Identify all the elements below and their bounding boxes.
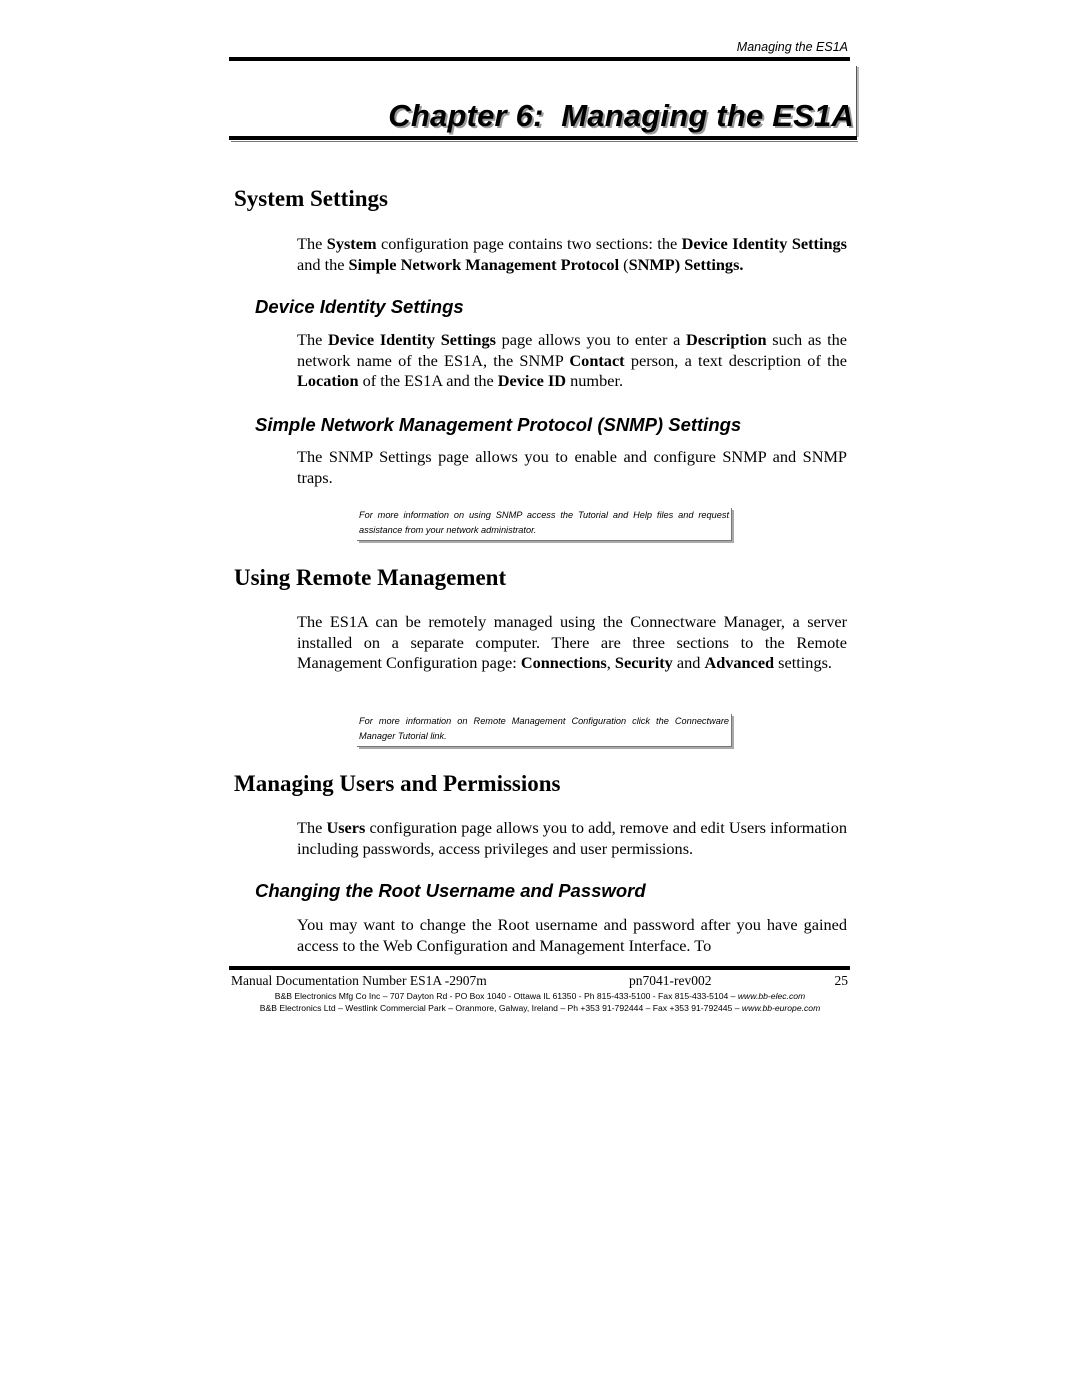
remote-management-body: The ES1A can be remotely managed using t… (297, 612, 847, 674)
title-bottom-rule-shadow (231, 141, 858, 142)
text-run: configuration page allows you to add, re… (297, 818, 847, 858)
bold-term: Device ID (497, 371, 567, 390)
text-run: ( (619, 254, 629, 274)
device-identity-body: The Device Identity Settings page allows… (297, 330, 847, 392)
bold-term: Device Identity Settings (681, 234, 847, 253)
text-run: and (672, 653, 705, 672)
section-heading-remote-management: Using Remote Management (234, 565, 507, 590)
text-run: page allows you to enter a (495, 330, 687, 349)
footer-rule (229, 966, 850, 970)
bold-term: Users (326, 818, 366, 837)
subheading-device-identity: Device Identity Settings (255, 296, 464, 317)
users-body: The Users configuration page allows you … (297, 818, 847, 859)
chapter-title: Chapter 6: Managing the ES1A (388, 98, 854, 133)
page-number: 25 (834, 973, 849, 988)
system-settings-intro: The System configuration page contains t… (297, 234, 847, 275)
footer-address-eu-text: B&B Electronics Ltd – Westlink Commercia… (259, 1003, 742, 1013)
bold-term: Connections (520, 653, 607, 672)
running-header: Managing the ES1A (736, 40, 848, 54)
header-top-rule (229, 57, 850, 61)
text-run: of the ES1A and the (358, 371, 498, 390)
subheading-root-credentials: Changing the Root Username and Password (255, 880, 646, 901)
text-run: configuration page contains two sections… (376, 234, 682, 253)
section-heading-system-settings: System Settings (234, 186, 388, 211)
root-credentials-body: You may want to change the Root username… (297, 915, 847, 956)
footer-address-us: B&B Electronics Mfg Co Inc – 707 Dayton … (229, 991, 851, 1001)
bold-term: Simple Network Management Protocol (348, 254, 620, 274)
text-run: You may want to change the Root username… (297, 915, 847, 955)
title-box-shadow (857, 67, 859, 137)
bold-term: Location (297, 371, 359, 390)
text-run: The (297, 234, 327, 253)
footer-part-number: pn7041-rev002 (629, 973, 712, 988)
subheading-snmp-settings: Simple Network Management Protocol (SNMP… (255, 414, 742, 435)
bold-term: Security (614, 653, 673, 672)
text-run: , (606, 653, 615, 672)
text-run: person, a text description of the (624, 350, 848, 370)
title-bottom-rule (229, 136, 857, 140)
snmp-body: The SNMP Settings page allows you to ena… (297, 447, 847, 488)
footer-url-eu[interactable]: www.bb-europe.com (742, 1003, 820, 1013)
footer-doc-number: Manual Documentation Number ES1A -2907m (231, 973, 487, 988)
bold-term: Advanced (704, 653, 775, 672)
bold-term: SNMP) Settings. (628, 254, 744, 274)
bold-term: Description (686, 330, 767, 349)
remote-management-note-box: For more information on Remote Managemen… (357, 714, 732, 747)
bold-term: Contact (569, 350, 625, 370)
text-run: The SNMP Settings page allows you to ena… (297, 447, 847, 487)
text-run: number. (566, 371, 624, 390)
footer-address-us-text: B&B Electronics Mfg Co Inc – 707 Dayton … (274, 991, 738, 1001)
text-run: settings. (774, 653, 833, 672)
text-run: The (297, 818, 327, 837)
snmp-note-box: For more information on using SNMP acces… (357, 508, 732, 541)
footer-address-eu: B&B Electronics Ltd – Westlink Commercia… (229, 1003, 851, 1013)
bold-term: Device Identity Settings (328, 330, 496, 349)
section-heading-users-permissions: Managing Users and Permissions (234, 771, 561, 796)
bold-term: System (326, 234, 377, 253)
footer-url-us[interactable]: www.bb-elec.com (738, 991, 805, 1001)
text-run: and the (297, 254, 349, 274)
text-run: The (297, 330, 329, 349)
